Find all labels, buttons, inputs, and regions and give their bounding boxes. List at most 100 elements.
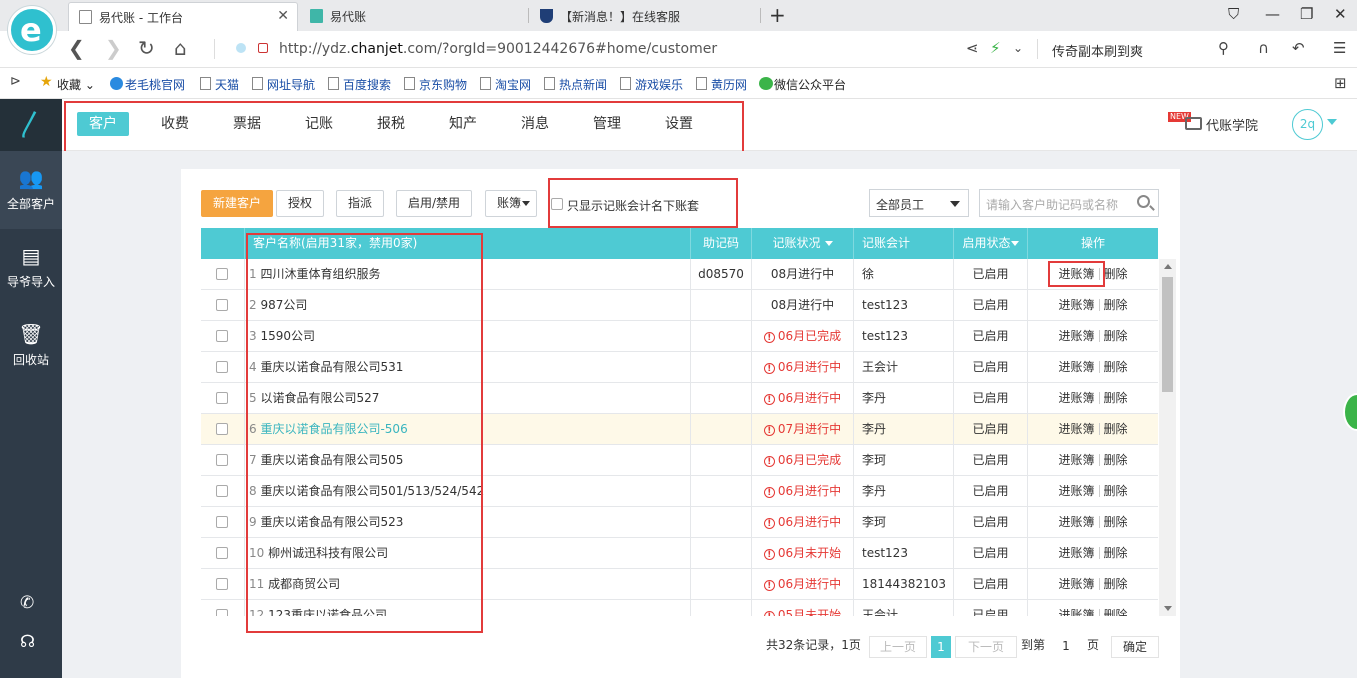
support-icon[interactable]: ☊	[20, 632, 35, 652]
row-checkbox[interactable]	[216, 268, 228, 280]
customer-name-link[interactable]: 1590公司	[260, 329, 315, 343]
table-row[interactable]: 5 以诺食品有限公司527! 06月进行中 李丹 已启用 进账簿 删除	[201, 383, 1158, 414]
enter-books-link[interactable]: 进账簿	[1058, 422, 1094, 436]
delete-link[interactable]: 删除	[1104, 546, 1128, 560]
nav-ip[interactable]: 知产	[437, 112, 489, 136]
row-checkbox[interactable]	[216, 454, 228, 466]
url-text[interactable]: http://ydz.chanjet.com/?orgId=9001244267…	[279, 41, 717, 57]
table-row[interactable]: 12 123重庆以诺食品公司!05月未开始王会计已启用进账簿删除	[201, 600, 1158, 616]
academy-link[interactable]: NEW 代账学院	[1168, 112, 1258, 134]
authorize-button[interactable]: 授权	[276, 190, 325, 217]
nav-tax[interactable]: 报税	[365, 112, 417, 136]
goto-confirm-button[interactable]: 确定	[1111, 636, 1159, 658]
enter-books-link[interactable]: 进账簿	[1058, 546, 1094, 560]
phone-icon[interactable]: ✆	[20, 593, 34, 613]
restore-icon[interactable]: ❐	[1300, 5, 1313, 23]
browser-tab-workbench[interactable]: 易代账 - 工作台 ✕	[68, 2, 298, 31]
row-checkbox[interactable]	[216, 516, 228, 528]
home-icon[interactable]: ⌂	[174, 37, 187, 59]
delete-link[interactable]: 删除	[1104, 608, 1128, 616]
browser-tab-ydz[interactable]: 易代账	[300, 2, 526, 31]
table-row[interactable]: 10 柳州诚迅科技有限公司! 06月未开始 test123 已启用 进账簿 删除	[201, 538, 1158, 569]
customer-name-link[interactable]: 柳州诚迅科技有限公司	[268, 546, 388, 560]
customer-name-link[interactable]: 重庆以诺食品有限公司501/513/524/542	[260, 484, 484, 498]
bookmark-item[interactable]: 百度搜索	[326, 76, 391, 93]
header-status[interactable]: 记账状况	[751, 228, 853, 259]
headset-icon[interactable]: ∩	[1258, 39, 1269, 57]
customer-name-link[interactable]: 成都商贸公司	[268, 577, 340, 591]
nav-customer[interactable]: 客户	[77, 112, 129, 136]
nav-settings[interactable]: 设置	[653, 112, 705, 136]
bookmark-item[interactable]: 京东购物	[402, 76, 467, 93]
bookmark-item[interactable]: 网址导航	[250, 76, 315, 93]
chevron-down-icon[interactable]	[1327, 119, 1337, 125]
enter-books-link[interactable]: 进账簿	[1058, 267, 1094, 281]
nav-management[interactable]: 管理	[581, 112, 633, 136]
nav-bookkeeping[interactable]: 记账	[293, 112, 345, 136]
delete-link[interactable]: 删除	[1104, 360, 1128, 374]
delete-link[interactable]: 删除	[1104, 422, 1128, 436]
share-icon[interactable]: ⋖	[966, 39, 979, 57]
row-checkbox[interactable]	[216, 423, 228, 435]
customer-name-link[interactable]: 四川沐重体育组织服务	[260, 267, 380, 281]
customer-name-link[interactable]: 987公司	[260, 298, 307, 312]
nav-fees[interactable]: 收费	[149, 112, 201, 136]
customer-search-input[interactable]: 请输入客户助记码或名称	[979, 189, 1159, 217]
assign-button[interactable]: 指派	[336, 190, 385, 217]
insecure-lock-icon[interactable]	[258, 43, 268, 53]
browser-tab-service[interactable]: 【新消息！】在线客服	[530, 2, 758, 31]
row-checkbox[interactable]	[216, 392, 228, 404]
table-scrollbar[interactable]	[1159, 259, 1176, 616]
grid-icon[interactable]: ⊞	[1334, 74, 1347, 92]
app-logo[interactable]: 〳	[0, 99, 62, 151]
enter-books-link[interactable]: 进账簿	[1058, 608, 1094, 616]
table-row[interactable]: 11 成都商贸公司! 06月进行中 18144382103 已启用 进账簿 删除	[201, 569, 1158, 600]
sidebar-toggle-icon[interactable]: ⊳	[10, 74, 21, 89]
prev-page-button[interactable]: 上一页	[869, 636, 927, 658]
search-icon[interactable]: ⚲	[1218, 39, 1229, 57]
close-window-icon[interactable]: ✕	[1334, 5, 1347, 23]
bookmark-item[interactable]: 微信公众平台	[757, 76, 846, 93]
chevron-down-icon[interactable]: ⌄	[1013, 41, 1023, 55]
delete-link[interactable]: 删除	[1104, 391, 1128, 405]
scroll-thumb[interactable]	[1162, 277, 1173, 392]
avatar[interactable]: 2q	[1292, 109, 1323, 140]
bookmark-item[interactable]: 热点新闻	[542, 76, 607, 93]
delete-link[interactable]: 删除	[1104, 298, 1128, 312]
table-row[interactable]: 8 重庆以诺食品有限公司501/513/524/542! 06月进行中 李丹 已启用进…	[201, 476, 1158, 507]
search-icon[interactable]	[1137, 195, 1150, 208]
current-page[interactable]: 1	[931, 636, 951, 658]
delete-link[interactable]: 删除	[1104, 484, 1128, 498]
enable-disable-button[interactable]: 启用/禁用	[396, 190, 473, 217]
staff-select[interactable]: 全部员工	[869, 189, 969, 217]
forward-icon[interactable]: ❯	[105, 37, 122, 59]
refresh-icon[interactable]: ↻	[138, 37, 155, 59]
new-customer-button[interactable]: 新建客户	[201, 190, 274, 217]
enter-books-link[interactable]: 进账簿	[1058, 391, 1094, 405]
enter-books-link[interactable]: 进账簿	[1058, 453, 1094, 467]
nav-invoices[interactable]: 票据	[221, 112, 273, 136]
books-dropdown[interactable]: 账簿	[485, 190, 538, 217]
row-checkbox[interactable]	[216, 609, 228, 616]
bookmark-item[interactable]: 淘宝网	[478, 76, 531, 93]
delete-link[interactable]: 删除	[1104, 329, 1128, 343]
bookmark-item[interactable]: 老毛桃官网	[108, 76, 185, 93]
row-checkbox[interactable]	[216, 330, 228, 342]
customer-name-link[interactable]: 重庆以诺食品有限公司-506	[260, 422, 407, 436]
customer-name-link[interactable]: 以诺食品有限公司527	[260, 391, 379, 405]
bookmark-favorites[interactable]: ★ 收藏 ⌄	[40, 74, 95, 93]
table-row[interactable]: 1 四川沐重体育组织服务 d08570 08月进行中徐已启用 进账簿 删除	[201, 259, 1158, 290]
enter-books-link[interactable]: 进账簿	[1058, 484, 1094, 498]
new-tab-button[interactable]: +	[769, 3, 786, 27]
customer-name-link[interactable]: 重庆以诺食品有限公司523	[260, 515, 403, 529]
close-icon[interactable]: ✕	[277, 8, 289, 24]
customer-name-link[interactable]: 重庆以诺食品有限公司505	[260, 453, 403, 467]
header-enabled[interactable]: 启用状态	[953, 228, 1027, 259]
enter-books-link[interactable]: 进账簿	[1058, 515, 1094, 529]
next-page-button[interactable]: 下一页	[955, 636, 1017, 658]
delete-link[interactable]: 删除	[1104, 577, 1128, 591]
table-row[interactable]: 2 987公司 08月进行中 test123 已启用 进账簿 删除	[201, 290, 1158, 321]
customer-name-link[interactable]: 重庆以诺食品有限公司531	[260, 360, 403, 374]
minimize-icon[interactable]: —	[1265, 5, 1280, 23]
row-checkbox[interactable]	[216, 299, 228, 311]
